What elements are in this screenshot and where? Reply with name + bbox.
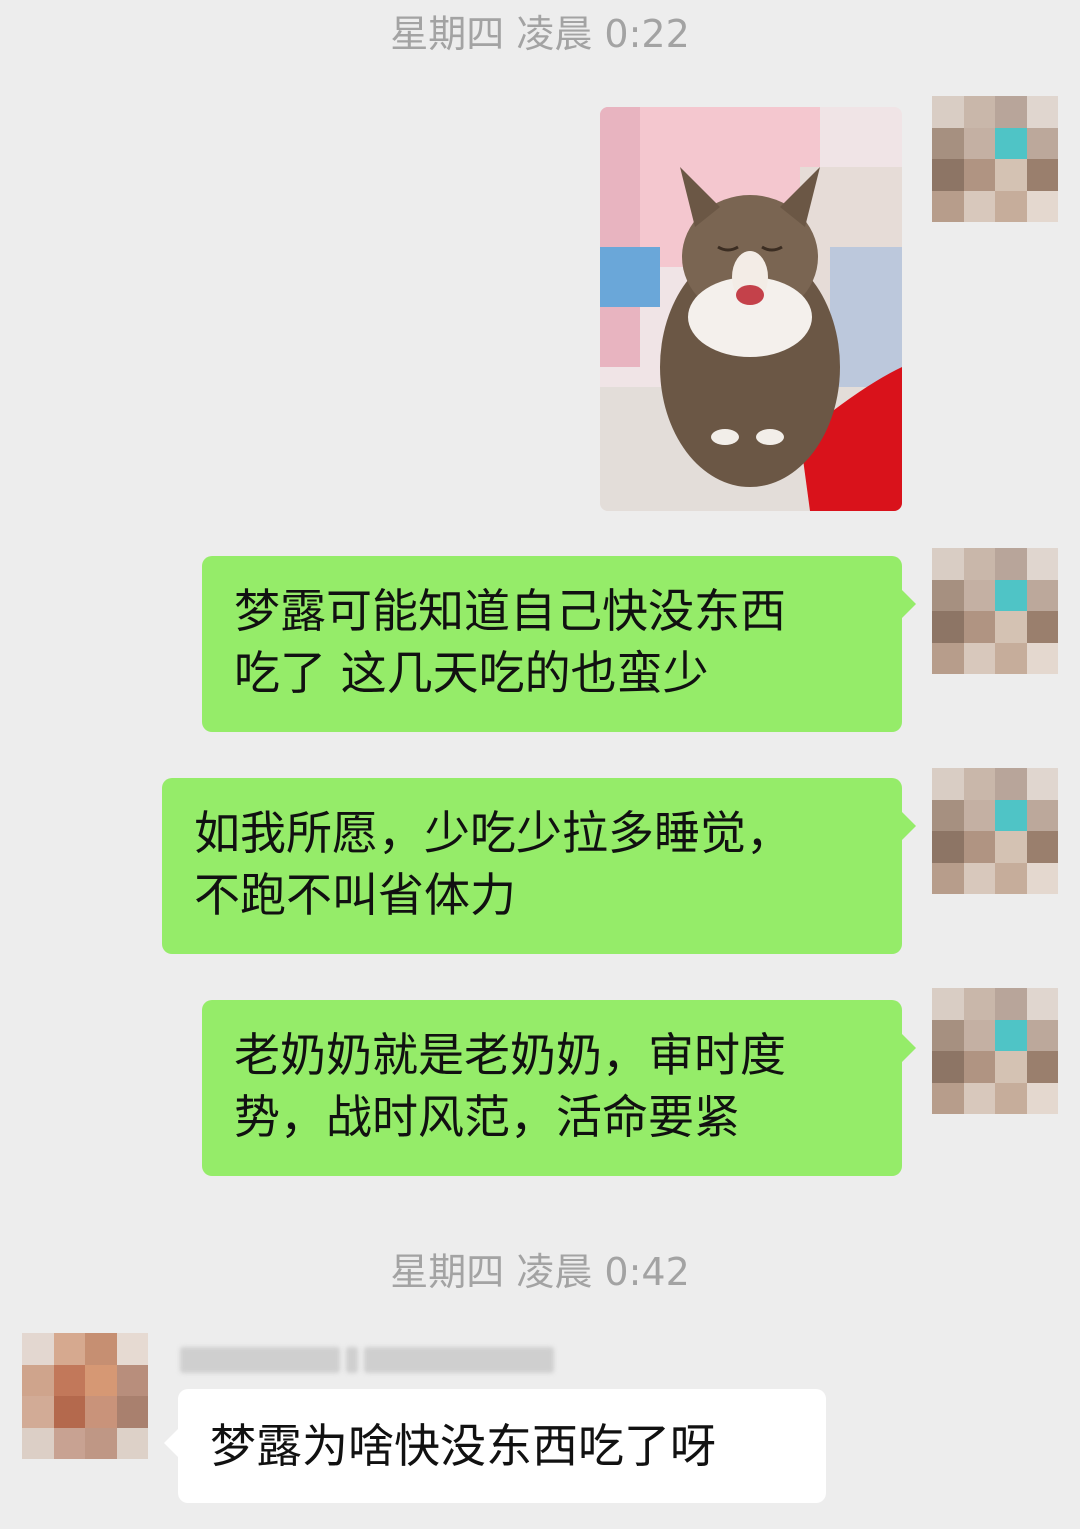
- avatar-self[interactable]: [932, 96, 1058, 222]
- cat-photo-message[interactable]: [600, 107, 902, 511]
- avatar-self[interactable]: [932, 548, 1058, 674]
- avatar-self[interactable]: [932, 988, 1058, 1114]
- timestamp: 星期四 凌晨 0:42: [390, 1250, 690, 1294]
- message-bubble-other[interactable]: 梦露为啥快没东西吃了呀: [164, 1389, 826, 1503]
- timestamp: 星期四 凌晨 0:22: [390, 12, 690, 56]
- message-bubble-self[interactable]: 梦露可能知道自己快没东西 吃了 这几天吃的也蛮少: [202, 556, 916, 732]
- avatar-other[interactable]: [22, 1333, 148, 1459]
- message-bubble-self[interactable]: 如我所愿，少吃少拉多睡觉， 不跑不叫省体力: [162, 778, 916, 954]
- message-bubble-self[interactable]: 老奶奶就是老奶奶，审时度 势，战时风范，活命要紧: [202, 1000, 916, 1176]
- avatar-self[interactable]: [932, 768, 1058, 894]
- cat-photo-icon: [600, 107, 902, 511]
- sender-name-blurred: [180, 1340, 554, 1380]
